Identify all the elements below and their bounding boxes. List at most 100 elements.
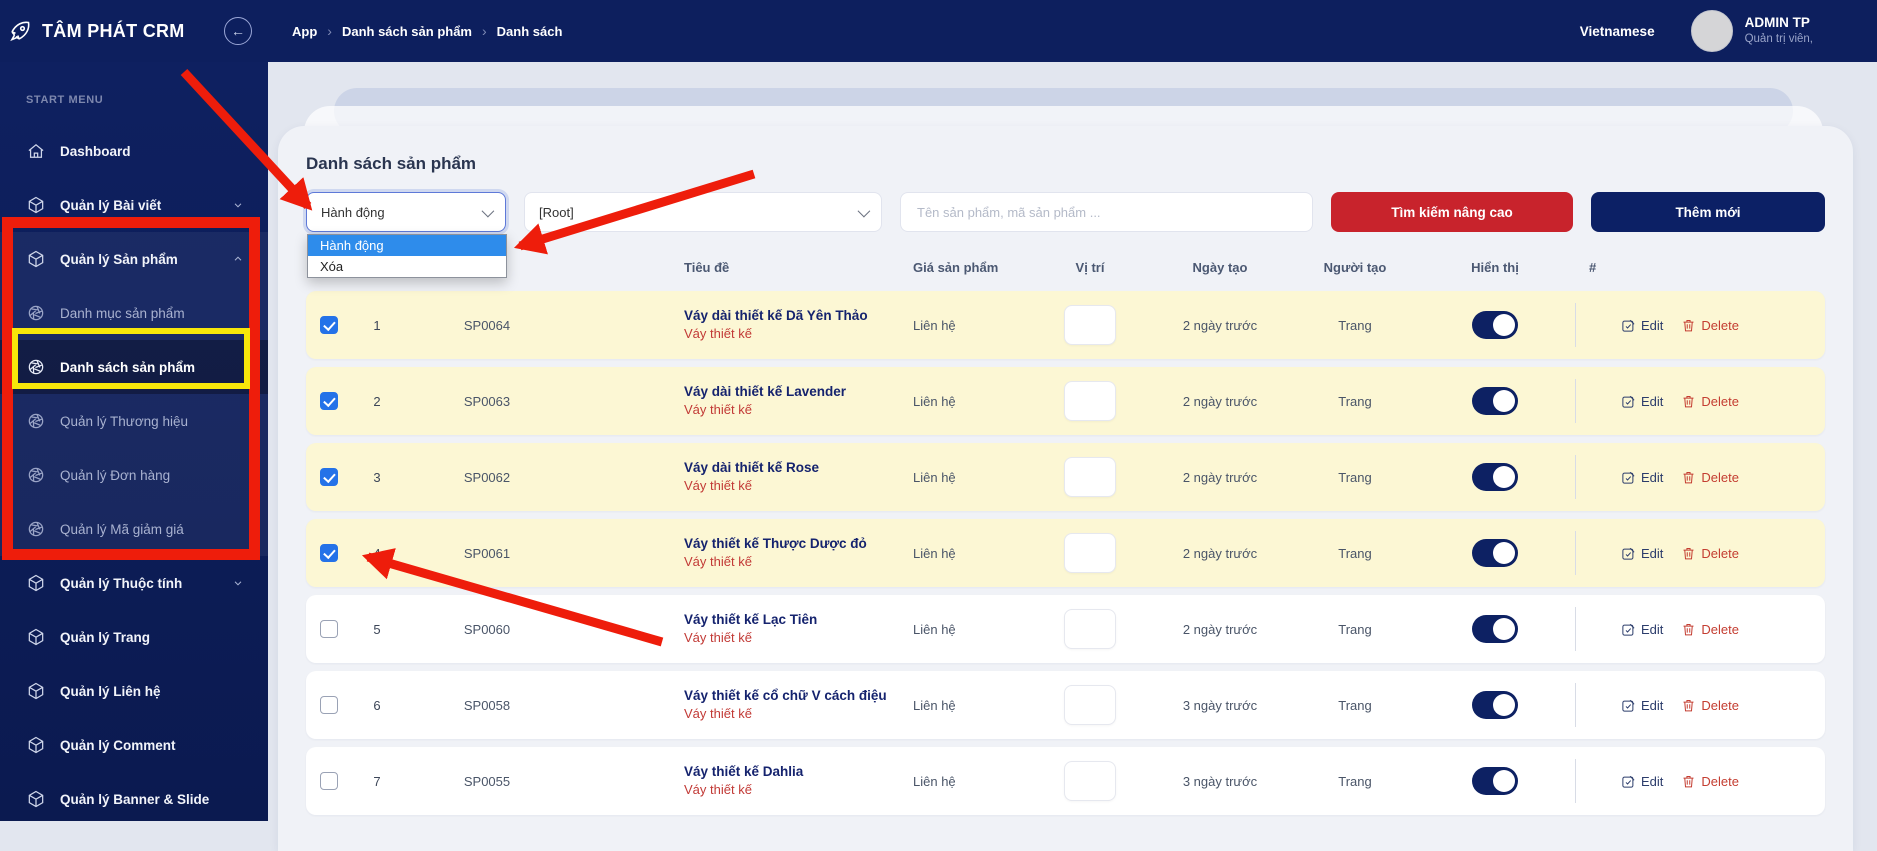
edit-button[interactable]: Edit (1621, 394, 1663, 409)
product-category[interactable]: Váy thiết kế (684, 629, 885, 648)
product-title[interactable]: Váy dài thiết kế Rose (684, 458, 885, 478)
row-checkbox[interactable] (320, 468, 338, 486)
avatar[interactable] (1690, 10, 1733, 52)
breadcrumb-item[interactable]: Danh sách sản phẩm (342, 24, 472, 39)
row-checkbox[interactable] (320, 316, 338, 334)
position-input[interactable] (1064, 685, 1116, 725)
position-input[interactable] (1064, 457, 1116, 497)
product-title[interactable]: Váy thiết kế cổ chữ V cách điệu (684, 686, 887, 706)
product-category[interactable]: Váy thiết kế (684, 553, 885, 572)
sidebar-item-don-hang[interactable]: Quản lý Đơn hàng (0, 448, 268, 502)
category-select[interactable]: [Root] (524, 192, 882, 232)
dropdown-option-hanh-dong[interactable]: Hành động (308, 235, 506, 256)
sidebar-item-danh-muc-san-pham[interactable]: Danh mục sản phẩm (0, 286, 268, 340)
delete-button[interactable]: Delete (1681, 394, 1739, 409)
product-category[interactable]: Váy thiết kế (684, 401, 885, 420)
position-input[interactable] (1064, 381, 1116, 421)
app-title: TÂM PHÁT CRM (42, 20, 185, 41)
sidebar-item-thuoc-tinh[interactable]: Quản lý Thuộc tính (0, 556, 268, 610)
visibility-toggle[interactable] (1472, 691, 1518, 719)
product-price: Liên hệ (913, 773, 956, 789)
sidebar: START MENU Dashboard Quản lý Bài viết Qu… (0, 62, 268, 821)
sidebar-item-banner-slide[interactable]: Quản lý Banner & Slide (0, 772, 268, 826)
delete-button[interactable]: Delete (1681, 470, 1739, 485)
product-title[interactable]: Váy dài thiết kế Dã Yên Thảo (684, 306, 885, 326)
product-code: SP0064 (463, 317, 511, 333)
product-category[interactable]: Váy thiết kế (684, 705, 885, 724)
column-header-visible[interactable]: Hiển thị (1415, 260, 1575, 275)
language-selector[interactable]: Vietnamese (1580, 24, 1655, 39)
delete-button[interactable]: Delete (1681, 622, 1739, 637)
brand: TÂM PHÁT CRM ← (0, 17, 268, 45)
sidebar-item-danh-sach-san-pham[interactable]: Danh sách sản phẩm (0, 340, 268, 394)
sidebar-item-bai-viet[interactable]: Quản lý Bài viết (0, 178, 268, 232)
product-title[interactable]: Váy thiết kế Lạc Tiên (684, 610, 885, 630)
visibility-toggle[interactable] (1472, 311, 1518, 339)
product-title[interactable]: Váy thiết kế Thược Dược đỏ (684, 534, 885, 554)
sidebar-item-comment[interactable]: Quản lý Comment (0, 718, 268, 772)
row-checkbox[interactable] (320, 772, 338, 790)
sidebar-collapse-button[interactable]: ← (224, 17, 252, 45)
sidebar-item-trang[interactable]: Quản lý Trang (0, 610, 268, 664)
column-header-title[interactable]: Tiêu đề (572, 260, 885, 275)
visibility-toggle[interactable] (1472, 615, 1518, 643)
product-code: SP0063 (463, 393, 511, 409)
delete-button[interactable]: Delete (1681, 698, 1739, 713)
trash-icon (1681, 470, 1696, 485)
action-select[interactable]: Hành động Hành động Xóa (306, 192, 507, 278)
visibility-toggle[interactable] (1472, 767, 1518, 795)
column-header-price[interactable]: Giá sản phẩm (885, 260, 1035, 275)
delete-button[interactable]: Delete (1681, 546, 1739, 561)
edit-button[interactable]: Edit (1621, 470, 1663, 485)
row-index: 2 (373, 393, 381, 409)
product-title[interactable]: Váy dài thiết kế Lavender (684, 382, 885, 402)
created-date: 3 ngày trước (1182, 697, 1258, 713)
column-header-creator[interactable]: Người tạo (1295, 260, 1415, 275)
user-menu[interactable]: ADMIN TP Quản trị viên, (1690, 10, 1813, 52)
product-category[interactable]: Váy thiết kế (684, 781, 885, 800)
creator: Trang (1338, 469, 1372, 485)
edit-button[interactable]: Edit (1621, 698, 1663, 713)
row-checkbox[interactable] (320, 544, 338, 562)
visibility-toggle[interactable] (1472, 463, 1518, 491)
edit-button[interactable]: Edit (1621, 774, 1663, 789)
row-index: 3 (373, 469, 381, 485)
column-header-created[interactable]: Ngày tạo (1145, 260, 1295, 275)
sidebar-item-lien-he[interactable]: Quản lý Liên hệ (0, 664, 268, 718)
sidebar-item-thuong-hieu[interactable]: Quản lý Thương hiệu (0, 394, 268, 448)
product-code: SP0055 (463, 773, 511, 789)
position-input[interactable] (1064, 609, 1116, 649)
product-category[interactable]: Váy thiết kế (684, 477, 885, 496)
sidebar-item-ma-giam-gia[interactable]: Quản lý Mã giảm giá (0, 502, 268, 556)
edit-button[interactable]: Edit (1621, 622, 1663, 637)
breadcrumb-item[interactable]: Danh sách (497, 24, 563, 39)
position-input[interactable] (1064, 305, 1116, 345)
column-header-position[interactable]: Vị trí (1035, 260, 1145, 275)
delete-button[interactable]: Delete (1681, 774, 1739, 789)
delete-button[interactable]: Delete (1681, 318, 1739, 333)
edit-button[interactable]: Edit (1621, 318, 1663, 333)
trash-icon (1681, 546, 1696, 561)
product-code: SP0061 (463, 545, 511, 561)
sidebar-item-san-pham[interactable]: Quản lý Sản phẩm (0, 232, 268, 286)
table-row: 7 SP0055 Váy thiết kế Dahlia Váy thiết k… (306, 747, 1825, 815)
dropdown-option-xoa[interactable]: Xóa (308, 256, 506, 277)
position-input[interactable] (1064, 761, 1116, 801)
row-checkbox[interactable] (320, 392, 338, 410)
table-row: 4 SP0061 Váy thiết kế Thược Dược đỏ Váy … (306, 519, 1825, 587)
row-checkbox[interactable] (320, 620, 338, 638)
search-input[interactable] (900, 192, 1313, 232)
position-input[interactable] (1064, 533, 1116, 573)
product-title[interactable]: Váy thiết kế Dahlia (684, 762, 885, 782)
filter-row: Hành động Hành động Xóa [Root] Tìm kiếm … (306, 192, 1825, 278)
breadcrumb-item[interactable]: App (292, 24, 317, 39)
edit-button[interactable]: Edit (1621, 546, 1663, 561)
advanced-search-button[interactable]: Tìm kiếm nâng cao (1331, 192, 1573, 232)
row-checkbox[interactable] (320, 696, 338, 714)
sidebar-item-dashboard[interactable]: Dashboard (0, 124, 268, 178)
add-new-button[interactable]: Thêm mới (1591, 192, 1825, 232)
product-category[interactable]: Váy thiết kế (684, 325, 885, 344)
row-index: 5 (373, 621, 381, 637)
visibility-toggle[interactable] (1472, 539, 1518, 567)
visibility-toggle[interactable] (1472, 387, 1518, 415)
